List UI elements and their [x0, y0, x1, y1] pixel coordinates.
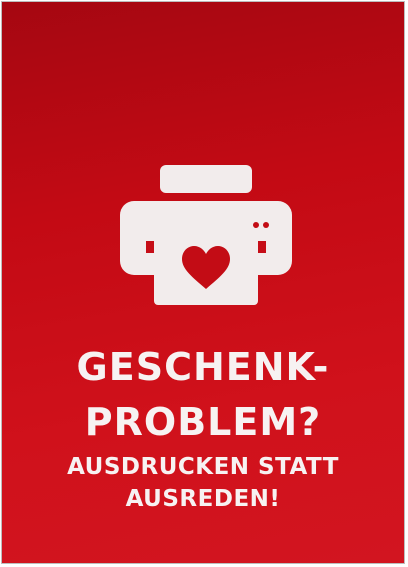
subline-line-2: AUSREDEN!	[125, 486, 281, 512]
printer-icon	[120, 165, 292, 307]
headline-line-1: GESCHENK-	[76, 345, 330, 389]
poster-card: GESCHENK- PROBLEM? AUSDRUCKEN STATT AUSR…	[1, 1, 405, 564]
headline-line-2: PROBLEM?	[84, 400, 322, 444]
subline-line-1: AUSDRUCKEN STATT	[67, 454, 339, 480]
